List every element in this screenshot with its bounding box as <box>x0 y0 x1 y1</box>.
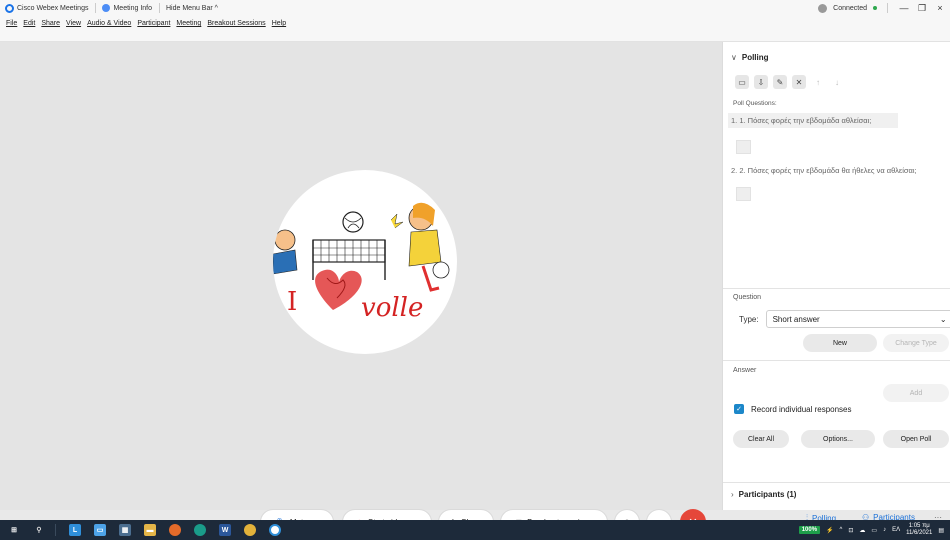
edit-icon[interactable]: ✎ <box>773 75 787 89</box>
new-question-button[interactable]: New <box>803 334 877 352</box>
info-icon <box>102 4 111 12</box>
clock-date: 11/6/2021 <box>906 530 933 536</box>
delete-icon[interactable]: ✕ <box>792 75 806 89</box>
file-explorer-icon[interactable]: ▬ <box>144 524 156 536</box>
minimize-button[interactable]: — <box>898 3 910 13</box>
menu-bar: File Edit Share View Audio & Video Parti… <box>0 16 950 42</box>
connection-icon <box>818 3 828 13</box>
polling-title: Polling <box>741 52 769 62</box>
cloud-icon[interactable]: ☁ <box>859 527 865 534</box>
answer-section-label: Answer <box>733 367 757 374</box>
chevron-up-icon[interactable]: ^ <box>840 527 843 533</box>
webex-taskbar-icon[interactable] <box>269 524 281 536</box>
polling-header[interactable]: ∨ Polling <box>723 42 950 72</box>
word-icon[interactable]: W <box>219 524 231 536</box>
webex-logo-icon <box>5 3 14 13</box>
type-row: Type: Short answer ⌄ <box>739 310 950 328</box>
avatar-letter: I <box>287 287 297 317</box>
windows-start-icon[interactable]: ⊞ <box>8 524 20 536</box>
power-icon[interactable]: ⚡ <box>826 527 833 534</box>
participants-section-label: Participants (1) <box>738 490 797 499</box>
edge-icon[interactable] <box>194 524 206 536</box>
restore-button[interactable]: ❐ <box>916 3 928 14</box>
meeting-info-button[interactable]: Meeting Info <box>100 4 159 12</box>
divider <box>723 288 950 289</box>
search-icon[interactable]: ⚲ <box>33 524 45 536</box>
divider <box>887 3 888 13</box>
battery-indicator[interactable]: 100% <box>798 526 821 534</box>
menu-breakout-sessions[interactable]: Breakout Sessions <box>207 20 265 27</box>
type-value: Short answer <box>772 314 820 324</box>
menu-audio-video[interactable]: Audio & Video <box>87 20 131 27</box>
chevron-down-icon: ⌄ <box>939 314 947 324</box>
language-indicator[interactable]: ΕΛ <box>892 527 900 533</box>
poll-question-2[interactable]: 2. 2. Πόσες φορές την εβδομάδα θα ήθελες… <box>723 166 950 175</box>
polling-panel: ∨ Polling ▭ ⇩ ✎ ✕ ↑ ↓ Poll Questions: 1.… <box>722 42 950 510</box>
notifications-icon[interactable]: ▤ <box>938 527 944 534</box>
polling-toolbar: ▭ ⇩ ✎ ✕ ↑ ↓ <box>723 72 950 92</box>
divider <box>159 3 160 13</box>
video-stage: I volle <box>0 42 722 510</box>
hide-menu-bar-button[interactable]: Hide Menu Bar ^ <box>164 5 225 12</box>
open-folder-icon[interactable]: ▭ <box>735 75 749 89</box>
answer-placeholder-1[interactable] <box>736 140 751 154</box>
firefox-icon[interactable] <box>169 524 181 536</box>
divider <box>95 3 97 13</box>
chrome-icon[interactable] <box>244 524 256 536</box>
teams-app-icon[interactable]: L <box>69 524 81 536</box>
add-answer-button[interactable]: Add <box>883 384 949 402</box>
clock-time: 1:05 πμ <box>908 523 930 530</box>
network-icon[interactable]: ⊡ <box>848 527 853 534</box>
store-app-icon[interactable]: ▭ <box>94 524 106 536</box>
chevron-right-icon: › <box>731 490 734 499</box>
app-name: Cisco Webex Meetings <box>17 4 89 12</box>
record-responses-row[interactable]: ✓ Record individual responses <box>734 404 852 414</box>
clear-all-button[interactable]: Clear All <box>733 430 789 448</box>
poll-questions-label: Poll Questions: <box>733 100 777 107</box>
app-title: Cisco Webex Meetings <box>3 3 95 13</box>
options-button[interactable]: Options... <box>801 430 875 448</box>
question-section-label: Question <box>733 294 762 301</box>
divider <box>723 482 950 483</box>
menu-help[interactable]: Help <box>272 20 286 27</box>
meeting-info-label: Meeting Info <box>113 4 152 12</box>
calculator-app-icon[interactable]: ▦ <box>119 524 131 536</box>
clock[interactable]: 1:05 πμ 11/6/2021 <box>906 523 932 536</box>
menu-edit[interactable]: Edit <box>23 20 35 27</box>
menu-view[interactable]: View <box>66 20 81 27</box>
type-label: Type: <box>739 314 759 324</box>
menu-meeting[interactable]: Meeting <box>176 20 201 27</box>
checkbox-checked-icon[interactable]: ✓ <box>734 404 744 414</box>
menu-file[interactable]: File <box>6 20 17 27</box>
menu-share[interactable]: Share <box>41 20 60 27</box>
hide-menu-label: Hide Menu Bar ^ <box>166 4 218 12</box>
chevron-down-icon[interactable]: ∨ <box>731 53 737 62</box>
poll-question-1[interactable]: 1. 1. Πόσες φορές την εβδομάδα αθλείσαι; <box>728 113 898 128</box>
move-down-icon[interactable]: ↓ <box>830 75 844 89</box>
avatar-text: volle <box>361 293 423 323</box>
record-responses-label: Record individual responses <box>751 404 852 414</box>
participants-section-header[interactable]: › Participants (1) <box>731 490 796 499</box>
divider <box>723 360 950 361</box>
connection-status[interactable]: Connected <box>833 5 867 12</box>
system-tray: 100% ⚡ ^ ⊡ ☁ ▭ ♪ ΕΛ 1:05 πμ 11/6/2021 ▤ <box>798 520 950 540</box>
volleyball-drawing-icon: I volle <box>273 202 450 323</box>
answer-placeholder-2[interactable] <box>736 187 751 201</box>
menu-participant[interactable]: Participant <box>137 20 170 27</box>
taskbar: ⊞ ⚲ L ▭ ▦ ▬ W 100% ⚡ ^ ⊡ ☁ ▭ ♪ ΕΛ 1:05 π… <box>0 520 950 540</box>
move-up-icon[interactable]: ↑ <box>811 75 825 89</box>
display-icon[interactable]: ▭ <box>871 527 877 534</box>
type-select[interactable]: Short answer ⌄ <box>765 310 950 328</box>
title-bar: Cisco Webex Meetings Meeting Info Hide M… <box>0 0 950 16</box>
open-poll-button[interactable]: Open Poll <box>883 430 949 448</box>
close-button[interactable]: × <box>934 3 946 13</box>
save-icon[interactable]: ⇩ <box>754 75 768 89</box>
divider <box>55 524 56 536</box>
status-dot <box>873 6 877 10</box>
participant-avatar: I volle <box>273 170 457 354</box>
change-type-button[interactable]: Change Type <box>883 334 949 352</box>
volume-icon[interactable]: ♪ <box>883 527 886 533</box>
